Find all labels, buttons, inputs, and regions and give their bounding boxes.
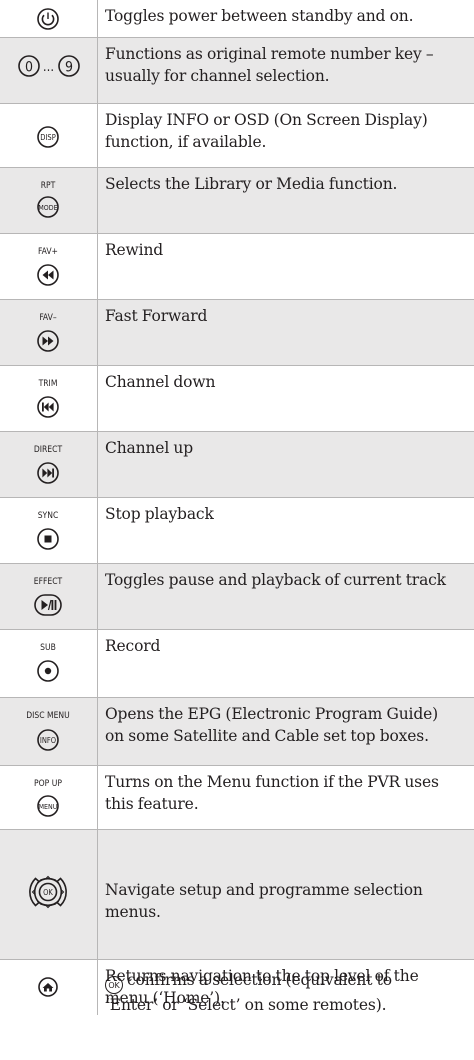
menu-button-icon: POP UP MENU [0,766,97,830]
row-description: Functions as original remote number key … [105,45,434,85]
table-row: DISP Display INFO or OSD (On Screen Disp… [0,104,474,168]
row-description: Channel down [105,373,216,391]
row-description: Fast Forward [105,307,208,325]
menu-label: MENU [39,803,58,811]
sync-label: SYNC [38,511,59,521]
rpt-label: RPT [41,181,56,191]
row-description: Opens the EPG (Electronic Program Guide)… [105,705,439,745]
navigation-pad-icon: OK [0,830,97,960]
table-row: TRIM Channel down [0,366,474,432]
row-description: Stop playback [105,505,214,523]
nav-description: Navigate setup and programme selection m… [105,881,423,921]
mode-button-icon: RPT MODE [0,168,97,234]
info-button-icon: DISC MENU INFO [0,698,97,766]
table-row: 0 ... 9 Functions as original remote num… [0,38,474,104]
mode-label: MODE [38,204,57,212]
disp-button-icon: DISP [0,104,97,168]
table-row: Toggles power between standby and on. [0,0,474,38]
table-row: FAV+ Rewind [0,234,474,300]
table-row: FAV– Fast Forward [0,300,474,366]
key-start-label: 0 [25,60,33,76]
row-description: Record [105,637,161,655]
row-description: Channel up [105,439,194,457]
row-description: Navigate setup and programme selection m… [105,835,474,1060]
ok-label: OK [43,888,53,897]
table-row: OK Navigate setup and programme selectio… [0,830,474,1014]
direct-label: DIRECT [34,445,63,455]
table-row: DISC MENU INFO Opens the EPG (Electronic… [0,698,474,766]
effect-label: EFFECT [34,577,63,587]
table-row: Returns navigation to the top level of t… [0,960,474,1015]
fav-minus-label: FAV– [39,313,57,323]
table-row: POP UP MENU Turns on the Menu function i… [0,766,474,830]
row-description: Returns navigation to the top level of t… [105,967,419,1007]
number-keys-icon: 0 ... 9 [0,38,97,104]
pop-up-label: POP UP [34,779,62,789]
trim-label: TRIM [38,379,58,389]
record-icon: SUB [0,630,97,698]
table-row: SYNC Stop playback [0,498,474,564]
rewind-icon: FAV+ [0,234,97,300]
row-description: Toggles pause and playback of current tr… [105,571,446,589]
skip-back-icon: TRIM [0,366,97,432]
row-description: Toggles power between standby and on. [105,7,414,25]
key-ellipsis: ... [43,60,54,75]
info-label: INFO [40,736,56,745]
power-icon [0,0,97,38]
row-description: Selects the Library or Media function. [105,175,398,193]
sub-label: SUB [40,643,56,653]
table-row: EFFECT Toggles pause and playback of cur… [0,564,474,630]
disc-menu-label: DISC MENU [26,711,70,721]
play-pause-icon: EFFECT [0,564,97,630]
row-description: Display INFO or OSD (On Screen Display) … [105,111,428,151]
table-row: DIRECT Channel up [0,432,474,498]
stop-icon: SYNC [0,498,97,564]
table-row: SUB Record [0,630,474,698]
table-row: RPT MODE Selects the Library or Media fu… [0,168,474,234]
row-description: Rewind [105,241,164,259]
key-end-label: 9 [65,60,73,76]
row-description: Turns on the Menu function if the PVR us… [105,773,439,813]
disp-label: DISP [40,133,56,142]
skip-forward-icon: DIRECT [0,432,97,498]
fav-plus-label: FAV+ [38,247,58,257]
fast-forward-icon: FAV– [0,300,97,366]
home-button-icon [0,960,97,1015]
